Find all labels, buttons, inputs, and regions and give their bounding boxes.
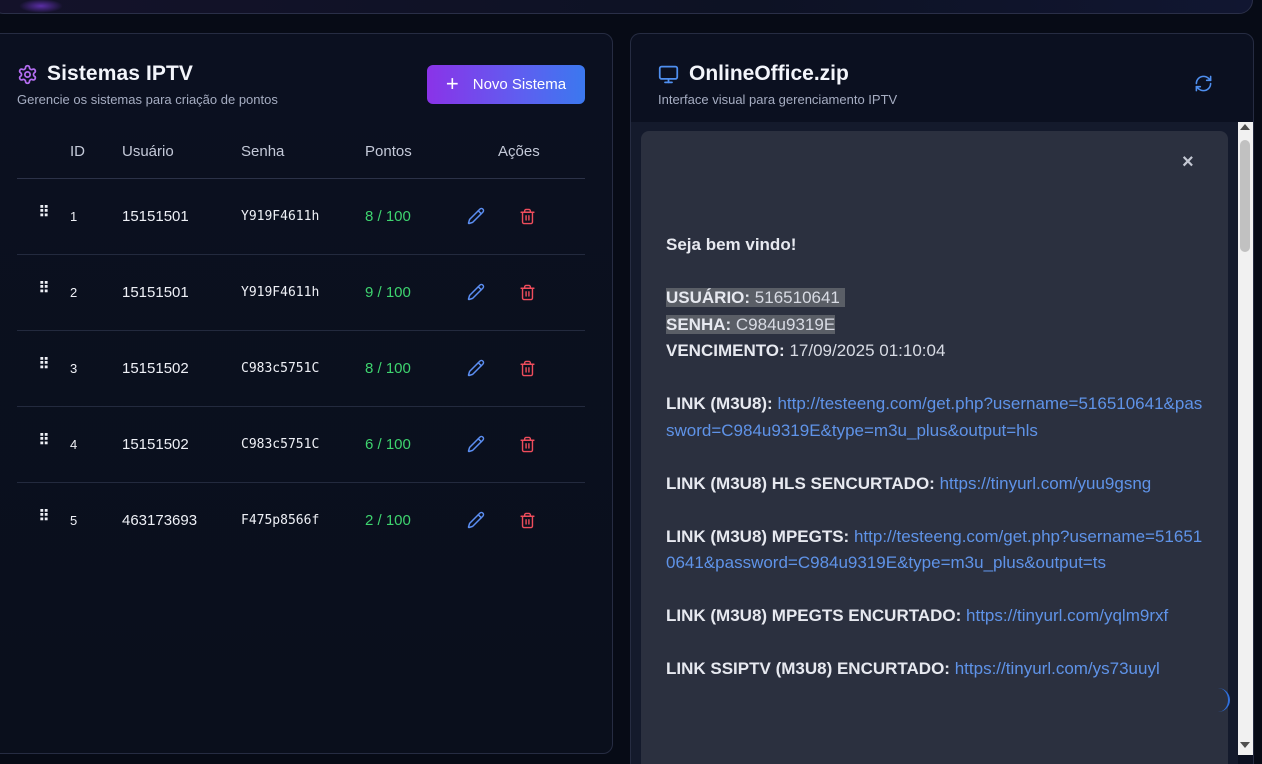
- systems-title: Sistemas IPTV: [47, 62, 194, 85]
- systems-table: ID Usuário Senha Pontos Ações ⠿ 1 15151501…: [17, 126, 585, 558]
- viewer-subtitle: Interface visual para gerenciamento IPTV: [658, 92, 898, 107]
- cell-id: 1: [70, 178, 122, 255]
- column-pass: Senha: [241, 126, 365, 179]
- user-label: USUÁRIO:: [666, 288, 751, 307]
- column-actions: Ações: [463, 126, 585, 179]
- cell-points: 2 / 100: [365, 511, 411, 529]
- delete-icon[interactable]: [519, 284, 536, 301]
- user-value: 516510641: [754, 288, 840, 307]
- cell-actions: [463, 482, 585, 558]
- cell-actions: [463, 178, 585, 255]
- drag-handle-icon[interactable]: ⠿: [17, 406, 70, 483]
- top-navbar: [0, 0, 1253, 14]
- edit-icon[interactable]: [467, 359, 485, 377]
- cell-actions: [463, 254, 585, 331]
- link-mpegts-short[interactable]: https://tinyurl.com/yqlm9rxf: [966, 606, 1168, 625]
- cell-pass: C983c5751C: [241, 406, 365, 483]
- cell-points: 8 / 100: [365, 330, 463, 407]
- expiry-label: VENCIMENTO:: [666, 341, 785, 360]
- scrollbar-thumb[interactable]: [1240, 140, 1250, 252]
- table-row: ⠿ 2 15151501 Y919F4611h 9 / 100: [17, 254, 585, 331]
- gear-icon: [18, 64, 37, 84]
- drag-handle-icon[interactable]: ⠿: [17, 178, 70, 255]
- delete-icon[interactable]: [519, 512, 536, 529]
- pass-label: SENHA:: [666, 314, 732, 334]
- edit-icon[interactable]: [467, 283, 485, 301]
- systems-subtitle: Gerencie os sistemas para criação de pon…: [17, 92, 278, 107]
- monitor-icon: [658, 65, 679, 83]
- delete-icon[interactable]: [519, 360, 536, 377]
- scroll-down-icon[interactable]: [1240, 742, 1250, 748]
- link-hls-short[interactable]: https://tinyurl.com/yuu9gsng: [940, 474, 1152, 493]
- scroll-up-icon[interactable]: [1240, 124, 1250, 130]
- edit-icon[interactable]: [467, 207, 485, 225]
- cell-pass: F475p8566f: [241, 512, 320, 528]
- delete-icon[interactable]: [519, 436, 536, 453]
- link-mpegts-short-label: LINK (M3U8) MPEGTS ENCURTADO:: [666, 606, 962, 625]
- credentials-message: Seja bem vindo! USUÁRIO: 516510641 SENHA…: [666, 232, 1206, 683]
- cell-id: 3: [70, 330, 122, 407]
- expiry-value: 17/09/2025 01:10:04: [789, 341, 946, 360]
- plus-icon: +: [445, 70, 459, 96]
- column-points: Pontos: [365, 126, 463, 179]
- table-header-row: ID Usuário Senha Pontos Ações: [17, 126, 585, 179]
- table-row: ⠿ 3 15151502 C983c5751C 8 / 100: [17, 330, 585, 407]
- cell-points: 8 / 100: [365, 178, 463, 255]
- link-ssiptv-short-label: LINK SSIPTV (M3U8) ENCURTADO:: [666, 659, 950, 678]
- cell-pass: Y919F4611h: [241, 178, 365, 255]
- close-icon[interactable]: ×: [1182, 152, 1194, 172]
- cell-actions: [463, 406, 585, 483]
- new-system-button[interactable]: + Novo Sistema: [427, 65, 585, 104]
- column-user: Usuário: [122, 126, 241, 179]
- table-row: ⠿ 4 15151502 C983c5751C 6 / 100: [17, 406, 585, 483]
- systems-header: Sistemas IPTV: [17, 62, 193, 86]
- greeting: Seja bem vindo!: [666, 235, 797, 254]
- link-ssiptv-short[interactable]: https://tinyurl.com/ys73uuyl: [955, 659, 1160, 678]
- table-row: ⠿ 1 15151501 Y919F4611h 8 / 100: [17, 178, 585, 255]
- drag-handle-icon[interactable]: ⠿: [17, 254, 70, 331]
- cell-user: 15151502: [122, 330, 241, 407]
- cell-user: 463173693: [122, 511, 198, 529]
- column-drag: [17, 126, 70, 179]
- cell-user: 15151502: [122, 406, 241, 483]
- table-row: ⠿ 5 463173693 F475p8566f 2 / 100: [17, 482, 585, 558]
- link-mpegts-label: LINK (M3U8) MPEGTS:: [666, 526, 850, 546]
- pass-value: C984u9319E: [735, 314, 836, 334]
- viewer-header: OnlineOffice.zip: [658, 62, 849, 86]
- column-id: ID: [70, 126, 122, 179]
- drag-handle-icon[interactable]: ⠿: [17, 330, 70, 407]
- delete-icon[interactable]: [519, 208, 536, 225]
- cell-points: 9 / 100: [365, 254, 463, 331]
- new-system-label: Novo Sistema: [472, 76, 567, 93]
- link-m3u8-label: LINK (M3U8):: [666, 394, 773, 413]
- cell-user: 15151501: [122, 254, 241, 331]
- drag-handle-icon[interactable]: ⠿: [17, 482, 70, 558]
- cell-id: 2: [70, 254, 122, 331]
- navbar-glow: [19, 0, 63, 13]
- cell-id: 4: [70, 406, 122, 483]
- edit-icon[interactable]: [467, 511, 485, 529]
- cell-id: 5: [70, 512, 78, 528]
- cell-actions: [463, 330, 585, 407]
- cell-user: 15151501: [122, 178, 241, 255]
- viewer-title: OnlineOffice.zip: [689, 62, 849, 85]
- refresh-icon[interactable]: [1194, 74, 1213, 93]
- cell-pass: C983c5751C: [241, 330, 365, 407]
- cell-pass: Y919F4611h: [241, 254, 365, 331]
- edit-icon[interactable]: [467, 435, 485, 453]
- cell-points: 6 / 100: [365, 406, 463, 483]
- link-hls-short-label: LINK (M3U8) HLS SENCURTADO:: [666, 473, 935, 493]
